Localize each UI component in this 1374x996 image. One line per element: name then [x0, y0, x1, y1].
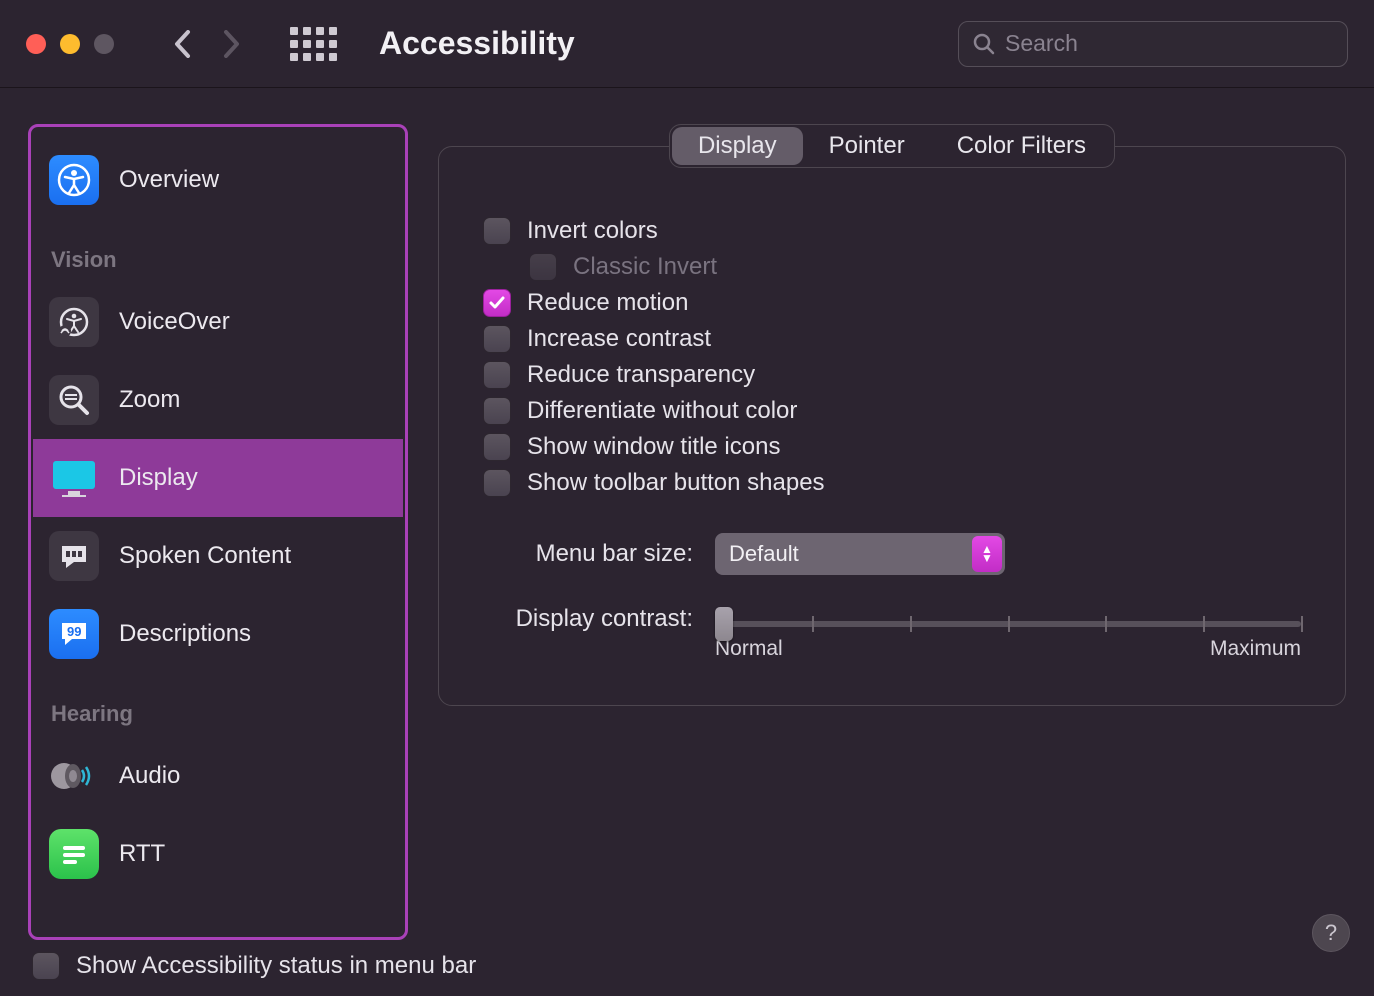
reduce-transparency-row: Reduce transparency — [483, 361, 1301, 389]
checkbox-label: Show toolbar button shapes — [527, 469, 825, 497]
window-title: Accessibility — [379, 25, 575, 62]
differentiate-without-color-checkbox[interactable] — [483, 397, 511, 425]
voiceover-icon — [49, 297, 99, 347]
search-icon — [973, 33, 995, 55]
menu-bar-size-select[interactable]: Default ▲▼ — [715, 533, 1005, 575]
show-window-title-icons-row: Show window title icons — [483, 433, 1301, 461]
maximize-window-button[interactable] — [94, 34, 114, 54]
sidebar-item-spoken-content[interactable]: Spoken Content — [33, 517, 403, 595]
display-contrast-slider-wrap: Normal Maximum — [715, 605, 1301, 661]
help-button[interactable]: ? — [1312, 914, 1350, 952]
zoom-icon — [49, 375, 99, 425]
body: Overview Vision VoiceOver Zoom Displa — [0, 88, 1374, 950]
display-icon — [49, 453, 99, 503]
sidebar-item-descriptions[interactable]: 99 Descriptions — [33, 595, 403, 673]
sidebar-label: Audio — [119, 762, 180, 790]
slider-thumb[interactable] — [715, 607, 733, 641]
descriptions-icon: 99 — [49, 609, 99, 659]
slider-max-label: Maximum — [1210, 637, 1301, 661]
checkmark-icon — [488, 294, 506, 312]
sidebar-item-overview[interactable]: Overview — [33, 141, 403, 219]
checkbox-label: Differentiate without color — [527, 397, 797, 425]
rtt-icon — [49, 829, 99, 879]
forward-button[interactable] — [222, 30, 240, 58]
minimize-window-button[interactable] — [60, 34, 80, 54]
reduce-motion-row: Reduce motion — [483, 289, 1301, 317]
checkbox-label: Reduce motion — [527, 289, 688, 317]
sidebar-label: Display — [119, 464, 198, 492]
sidebar-label: Descriptions — [119, 620, 251, 648]
sidebar-item-zoom[interactable]: Zoom — [33, 361, 403, 439]
show-status-label: Show Accessibility status in menu bar — [76, 952, 476, 980]
traffic-lights — [26, 34, 114, 54]
select-stepper-icon: ▲▼ — [972, 536, 1002, 572]
display-settings-panel: Invert colors Classic Invert Reduce moti… — [438, 146, 1346, 706]
sidebar-item-audio[interactable]: Audio — [33, 737, 403, 815]
display-contrast-row: Display contrast: — [483, 605, 1301, 661]
sidebar: Overview Vision VoiceOver Zoom Displa — [28, 124, 408, 940]
show-window-title-icons-checkbox[interactable] — [483, 433, 511, 461]
checkbox-label: Classic Invert — [573, 253, 717, 281]
show-toolbar-button-shapes-checkbox[interactable] — [483, 469, 511, 497]
show-toolbar-button-shapes-row: Show toolbar button shapes — [483, 469, 1301, 497]
back-button[interactable] — [174, 30, 192, 58]
sidebar-item-voiceover[interactable]: VoiceOver — [33, 283, 403, 361]
nav-arrows — [174, 30, 240, 58]
search-placeholder: Search — [1005, 30, 1078, 57]
close-window-button[interactable] — [26, 34, 46, 54]
increase-contrast-row: Increase contrast — [483, 325, 1301, 353]
classic-invert-checkbox — [529, 253, 557, 281]
spoken-content-icon — [49, 531, 99, 581]
sidebar-header-hearing: Hearing — [33, 673, 403, 737]
sidebar-header-vision: Vision — [33, 219, 403, 283]
display-contrast-label: Display contrast: — [483, 605, 693, 633]
select-value: Default — [729, 541, 799, 567]
footer: Show Accessibility status in menu bar — [0, 950, 1374, 996]
differentiate-without-color-row: Differentiate without color — [483, 397, 1301, 425]
increase-contrast-checkbox[interactable] — [483, 325, 511, 353]
sidebar-label: VoiceOver — [119, 308, 230, 336]
sidebar-label: Overview — [119, 166, 219, 194]
audio-icon — [49, 751, 99, 801]
accessibility-window: Accessibility Search Overview Vision — [0, 0, 1374, 996]
accessibility-icon — [49, 155, 99, 205]
main-panel: Display Pointer Color Filters Invert col… — [438, 124, 1346, 940]
svg-text:99: 99 — [67, 624, 81, 639]
tab-color-filters[interactable]: Color Filters — [931, 127, 1112, 165]
tabs: Display Pointer Color Filters — [669, 124, 1115, 168]
sidebar-label: Zoom — [119, 386, 180, 414]
sidebar-item-rtt[interactable]: RTT — [33, 815, 403, 893]
tab-display[interactable]: Display — [672, 127, 803, 165]
checkbox-label: Reduce transparency — [527, 361, 755, 389]
show-status-checkbox[interactable] — [32, 952, 60, 980]
search-field[interactable]: Search — [958, 21, 1348, 67]
invert-colors-checkbox[interactable] — [483, 217, 511, 245]
reduce-transparency-checkbox[interactable] — [483, 361, 511, 389]
menu-bar-size-row: Menu bar size: Default ▲▼ — [483, 533, 1301, 575]
tab-pointer[interactable]: Pointer — [803, 127, 931, 165]
sidebar-label: Spoken Content — [119, 542, 291, 570]
sidebar-label: RTT — [119, 840, 165, 868]
checkbox-label: Increase contrast — [527, 325, 711, 353]
toolbar: Accessibility Search — [0, 0, 1374, 88]
classic-invert-row: Classic Invert — [529, 253, 1301, 281]
invert-colors-row: Invert colors — [483, 217, 1301, 245]
menu-bar-size-label: Menu bar size: — [483, 540, 693, 568]
checkbox-label: Show window title icons — [527, 433, 780, 461]
show-all-prefs-button[interactable] — [290, 27, 337, 61]
checkbox-label: Invert colors — [527, 217, 658, 245]
slider-range-labels: Normal Maximum — [715, 637, 1301, 661]
reduce-motion-checkbox[interactable] — [483, 289, 511, 317]
sidebar-item-display[interactable]: Display — [33, 439, 403, 517]
display-contrast-slider[interactable] — [715, 621, 1301, 627]
